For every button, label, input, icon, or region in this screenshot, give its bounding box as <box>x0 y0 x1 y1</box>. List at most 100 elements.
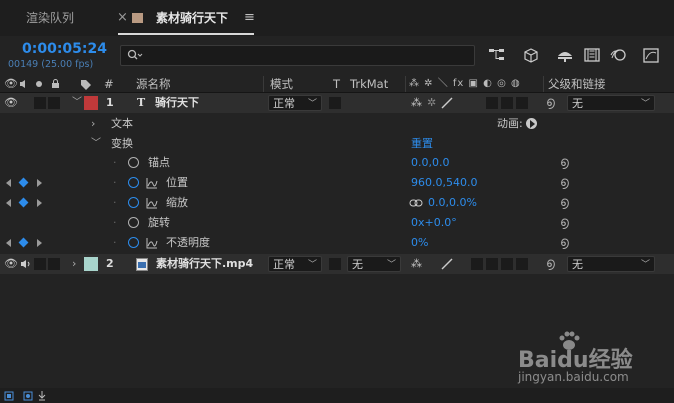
audio-speaker-icon[interactable] <box>20 259 32 269</box>
prev-keyframe-icon[interactable] <box>6 239 11 247</box>
property-pickwhip-icon[interactable]: ൭ <box>560 153 569 173</box>
quality-switch-icon[interactable] <box>441 97 453 109</box>
graph-icon[interactable] <box>146 237 158 249</box>
visibility-eye-icon[interactable]: 👁 <box>4 93 18 113</box>
preserve-transparency-switch[interactable] <box>329 97 341 109</box>
parent-dropdown[interactable]: 无 ﹀ <box>567 95 655 111</box>
blend-mode-value: 正常 <box>273 258 295 271</box>
text-group-row[interactable]: › 文本 动画: <box>0 114 674 134</box>
layer-name[interactable]: 素材骑行天下.mp4 <box>156 254 253 274</box>
add-keyframe-icon[interactable] <box>18 197 29 208</box>
solo-switch[interactable] <box>34 97 46 109</box>
comp-flowchart-icon[interactable] <box>488 47 506 63</box>
visibility-eye-icon[interactable]: 👁 <box>4 254 18 274</box>
property-row-rotation[interactable]: · 旋转 0x+0.0° ൭ <box>0 213 674 233</box>
property-row-anchor[interactable]: · 锚点 0.0,0.0 ൭ <box>0 153 674 173</box>
property-value[interactable]: 0.0,0.0% <box>428 193 477 213</box>
shy-switch-icon[interactable]: ⁂ <box>411 254 422 274</box>
graph-icon[interactable] <box>146 177 158 189</box>
3d-layer-switch[interactable] <box>516 97 528 109</box>
transform-group-row[interactable]: ﹀ 变换 重置 <box>0 134 674 154</box>
animate-play-icon[interactable] <box>526 118 537 129</box>
blend-mode-dropdown[interactable]: 正常 ﹀ <box>268 256 322 272</box>
prev-keyframe-icon[interactable] <box>6 179 11 187</box>
reset-link[interactable]: 重置 <box>411 134 433 154</box>
frame-blending-icon[interactable] <box>583 47 601 63</box>
expand-chevron-down-icon[interactable]: ﹀ <box>91 134 101 154</box>
adjustment-switch[interactable] <box>501 258 513 270</box>
stopwatch-icon[interactable] <box>128 217 139 228</box>
effects-switch[interactable] <box>471 258 483 270</box>
label-color-swatch[interactable] <box>84 96 98 110</box>
property-value[interactable]: 0.0,0.0 <box>411 153 449 173</box>
search-input[interactable] <box>145 47 469 64</box>
property-value[interactable]: 960.0,540.0 <box>411 173 477 193</box>
parent-pickwhip-icon[interactable]: ൭ <box>546 93 555 113</box>
transform-group-label: 变换 <box>111 137 133 150</box>
property-pickwhip-icon[interactable]: ൭ <box>560 193 569 213</box>
parent-value: 无 <box>572 258 583 271</box>
stopwatch-active-icon[interactable] <box>128 197 139 208</box>
lock-switch[interactable] <box>48 258 60 270</box>
trkmat-dropdown[interactable]: 无 ﹀ <box>347 256 401 272</box>
expand-chevron-right-icon[interactable]: › <box>72 254 76 274</box>
expand-chevron-down-icon[interactable]: ﹀ <box>72 93 82 113</box>
bottom-toolbar <box>0 388 674 403</box>
constrain-proportions-link-icon[interactable] <box>409 198 423 208</box>
search-field[interactable] <box>120 45 475 66</box>
source-name-header[interactable]: 源名称 <box>136 74 171 94</box>
3d-layer-switch[interactable] <box>516 258 528 270</box>
shy-switch-icon[interactable]: ⁂ <box>411 93 422 113</box>
graph-icon[interactable] <box>146 197 158 209</box>
stopwatch-icon[interactable] <box>128 157 139 168</box>
quality-switch-icon[interactable] <box>441 258 453 270</box>
property-pickwhip-icon[interactable]: ൭ <box>560 233 569 253</box>
close-tab-icon[interactable]: × <box>117 0 128 36</box>
parent-pickwhip-icon[interactable]: ൭ <box>546 254 555 274</box>
property-value[interactable]: 0x+0.0° <box>411 213 457 233</box>
stopwatch-active-icon[interactable] <box>128 237 139 248</box>
switches-header-icons: ⁂ ✲ ＼ fx ▣ ◐ ◎ ◍ <box>409 78 521 89</box>
property-row-opacity[interactable]: · 不透明度 0% ൭ <box>0 233 674 253</box>
mode-header[interactable]: 模式 <box>270 74 293 94</box>
tab-composition[interactable]: 素材骑行天下 <box>156 0 228 36</box>
blend-mode-dropdown[interactable]: 正常 ﹀ <box>268 95 322 111</box>
solo-switch[interactable] <box>34 258 46 270</box>
adjustment-switch[interactable] <box>501 97 513 109</box>
trkmat-value: 无 <box>352 258 363 271</box>
prev-keyframe-icon[interactable] <box>6 199 11 207</box>
trkmat-header[interactable]: TrkMat <box>350 74 388 94</box>
tab-render-queue[interactable]: 渲染队列 <box>26 0 74 36</box>
tab-menu-icon[interactable]: ≡ <box>244 0 255 36</box>
stopwatch-active-icon[interactable] <box>128 177 139 188</box>
shy-layers-icon[interactable] <box>556 47 574 63</box>
parent-dropdown[interactable]: 无 ﹀ <box>567 256 655 272</box>
property-row-position[interactable]: · 位置 960.0,540.0 ൭ <box>0 173 674 193</box>
property-value[interactable]: 0% <box>411 233 428 253</box>
property-pickwhip-icon[interactable]: ൭ <box>560 213 569 233</box>
preserve-transparency-switch[interactable] <box>329 258 341 270</box>
motion-blur-icon[interactable] <box>609 47 627 63</box>
next-keyframe-icon[interactable] <box>37 239 42 247</box>
motion-blur-switch[interactable] <box>486 258 498 270</box>
next-keyframe-icon[interactable] <box>37 199 42 207</box>
bottom-toggle-icons[interactable] <box>4 390 54 402</box>
expand-chevron-right-icon[interactable]: › <box>91 114 95 134</box>
layer-row-1[interactable]: 👁 ﹀ 1 T 骑行天下 正常 ﹀ ⁂ ✲ ൭ 无 ﹀ <box>0 93 674 113</box>
next-keyframe-icon[interactable] <box>37 179 42 187</box>
property-pickwhip-icon[interactable]: ൭ <box>560 173 569 193</box>
parent-link-header[interactable]: 父级和链接 <box>548 74 606 94</box>
lock-switch[interactable] <box>48 97 60 109</box>
collapse-switch-icon[interactable]: ✲ <box>427 93 436 113</box>
add-keyframe-icon[interactable] <box>18 237 29 248</box>
current-time-display[interactable]: 0:00:05:24 <box>22 41 107 57</box>
property-row-scale[interactable]: · 缩放 0.0,0.0% ൭ <box>0 193 674 213</box>
add-keyframe-icon[interactable] <box>18 177 29 188</box>
layer-name[interactable]: 骑行天下 <box>155 93 199 113</box>
draft-3d-icon[interactable] <box>522 46 540 64</box>
motion-blur-switch[interactable] <box>486 97 498 109</box>
label-color-swatch[interactable] <box>84 257 98 271</box>
property-indent: · <box>113 156 117 169</box>
layer-row-2[interactable]: 👁 › 2 素材骑行天下.mp4 正常 ﹀ 无 ﹀ ⁂ ൭ 无 ﹀ <box>0 254 674 274</box>
graph-editor-icon[interactable] <box>642 46 660 64</box>
